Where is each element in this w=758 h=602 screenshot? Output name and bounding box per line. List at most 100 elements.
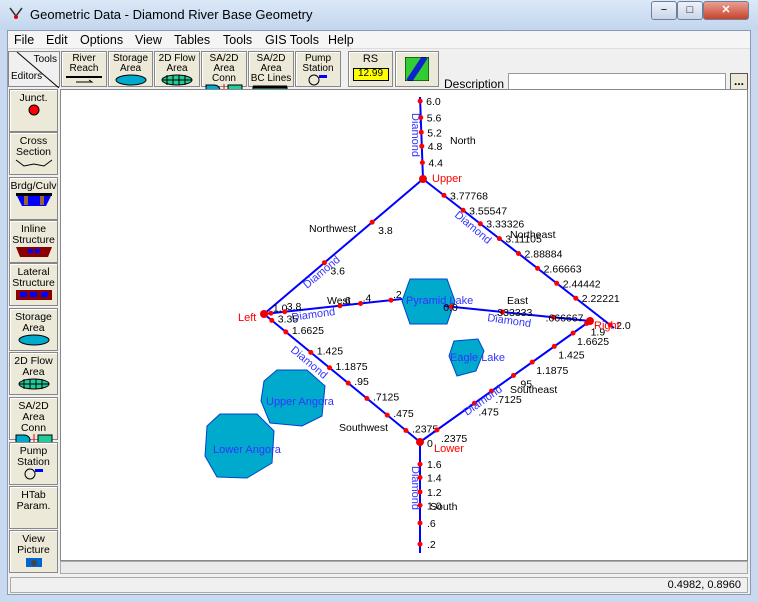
menu-options[interactable]: Options [80, 33, 123, 47]
tool-pump-station-button[interactable]: Pump Station [295, 51, 341, 87]
cross-section-label: 2.44442 [563, 278, 601, 290]
editors-panel: Junct. Cross Section Brdg/Culv Inline Structu… [8, 89, 59, 575]
tool-sa-2d-area-bc-lines-button[interactable]: SA/2D Area BC Lines [248, 51, 294, 96]
cross-section-label: 2.88884 [525, 249, 563, 261]
gis-map-button[interactable] [395, 51, 439, 87]
storage-area-label: Eagle Lake [450, 352, 505, 364]
editor-storage-area-button[interactable]: Storage Area [9, 308, 58, 351]
maximize-button[interactable]: □ [677, 1, 703, 20]
reach-name-label: North [450, 135, 476, 147]
editor-icon [10, 246, 57, 261]
editor-icon [10, 192, 57, 209]
tools-label: Tools [33, 54, 57, 65]
menu-edit[interactable]: Edit [46, 33, 68, 47]
horizontal-scrollbar[interactable] [60, 561, 748, 574]
rs-button[interactable]: RS 12.99 [348, 51, 393, 87]
menu-file[interactable]: File [14, 33, 34, 47]
cross-section-marker [283, 329, 289, 335]
junction-marker [416, 438, 424, 446]
close-button[interactable]: ✕ [703, 1, 749, 20]
cross-section-marker [419, 160, 425, 166]
tool-label: Area [119, 63, 142, 74]
junction-label: Lower [434, 443, 464, 455]
editor-label: Param. [16, 500, 51, 512]
editor-icon [10, 289, 57, 304]
cross-section-label: .2 [427, 539, 436, 551]
cross-section-marker [403, 427, 409, 433]
editor-brdg-culv-button[interactable]: Brdg/Culv [9, 177, 58, 220]
editor-label: Junct. [19, 92, 48, 104]
cross-section-label: 1.6625 [292, 325, 324, 337]
editor-label: Picture [17, 544, 50, 556]
editor-lateral-structure-button[interactable]: Lateral Structure [9, 263, 58, 306]
reach-name-label: Northeast [510, 229, 556, 241]
editor-2d-flow-area-button[interactable]: 2D Flow Area [9, 352, 58, 395]
editor-sa-2d-area-conn-button[interactable]: SA/2D Area Conn [9, 397, 58, 446]
tools-editors-corner: Tools Editors [8, 51, 60, 88]
cross-section-label: 1.1875 [336, 361, 368, 373]
editor-label: Station [17, 456, 50, 468]
editor-junct-button[interactable]: Junct. [9, 89, 58, 132]
cross-section-marker [327, 365, 333, 371]
cross-section-label: 5.6 [427, 113, 442, 125]
cross-section-label: 5.2 [427, 127, 442, 139]
junction-label: Upper [432, 173, 462, 185]
tool-label: Conn [212, 73, 236, 84]
cross-section-label: 1.1875 [536, 365, 568, 377]
storage-area-label: Upper Angora [266, 396, 335, 408]
cross-section-marker [434, 427, 440, 433]
menu-view[interactable]: View [135, 33, 162, 47]
cross-section-label: 0 [427, 438, 433, 450]
cross-section-marker [441, 192, 447, 198]
reach-name-label: Northwest [309, 223, 356, 235]
cross-section-marker [364, 395, 370, 401]
toolbar: Tools Editors River Reach Storage Area 2D Fl… [8, 49, 750, 96]
tool-river-reach-button[interactable]: River Reach [61, 51, 107, 87]
editor-icon [10, 158, 57, 171]
editor-cross-section-button[interactable]: Cross Section [9, 132, 58, 175]
cross-section-label: .475 [393, 408, 414, 420]
cross-section-marker [511, 372, 516, 378]
cross-section-marker [529, 359, 535, 365]
tool-label: BC Lines [250, 73, 292, 84]
cross-section-label: 1.425 [558, 349, 584, 361]
tool-storage-area-button[interactable]: Storage Area [108, 51, 153, 87]
editor-label: Area [22, 322, 45, 334]
rs-label: RS [362, 53, 379, 65]
tool-label: Reach [69, 63, 99, 74]
cross-section-label: .7125 [373, 391, 399, 403]
cross-section-marker [570, 330, 576, 336]
cross-section-label: 0.0 [443, 302, 458, 314]
tool-2d-flow-area-button[interactable]: 2D Flow Area [154, 51, 200, 87]
cross-section-label: 4.8 [428, 141, 443, 153]
window-title: Geometric Data - Diamond River Base Geom… [30, 7, 313, 22]
editor-icon [10, 104, 57, 119]
river-reach-southeast [419, 320, 591, 443]
minimize-button[interactable]: − [651, 1, 677, 20]
editors-label: Editors [11, 71, 43, 82]
menu-tables[interactable]: Tables [174, 33, 210, 47]
editor-htab-param-button[interactable]: HTab Param. [9, 486, 58, 529]
cross-section-label: 3.77768 [450, 190, 488, 202]
cross-section-label: 4.4 [428, 158, 443, 170]
editor-inline-structure-button[interactable]: Inline Structure [9, 220, 58, 263]
menu-help[interactable]: Help [328, 33, 354, 47]
cross-section-marker [269, 317, 275, 323]
geometry-canvas[interactable]: Pyramid Lake Eagle Lake Upper Angora Lower … [60, 89, 748, 561]
tool-sa-2d-area-conn-button[interactable]: SA/2D Area Conn [201, 51, 247, 96]
cross-section-label: 2.22221 [582, 293, 620, 305]
cross-section-marker [369, 219, 375, 225]
editor-pump-station-button[interactable]: Pump Station [9, 442, 58, 485]
editor-view-picture-button[interactable]: View Picture [9, 530, 58, 573]
cross-section-label: 3.8 [378, 225, 393, 237]
cross-section-marker [417, 98, 423, 104]
cross-section-label: 3.55547 [469, 205, 507, 217]
cross-section-marker [345, 380, 351, 386]
cross-section-marker [417, 541, 423, 547]
reach-name-label: South [430, 501, 458, 513]
menu-gis-tools[interactable]: GIS Tools [265, 33, 319, 47]
cross-section-marker [384, 412, 390, 418]
junction-marker [260, 310, 268, 318]
menu-tools[interactable]: Tools [223, 33, 252, 47]
editor-icon [10, 468, 57, 483]
